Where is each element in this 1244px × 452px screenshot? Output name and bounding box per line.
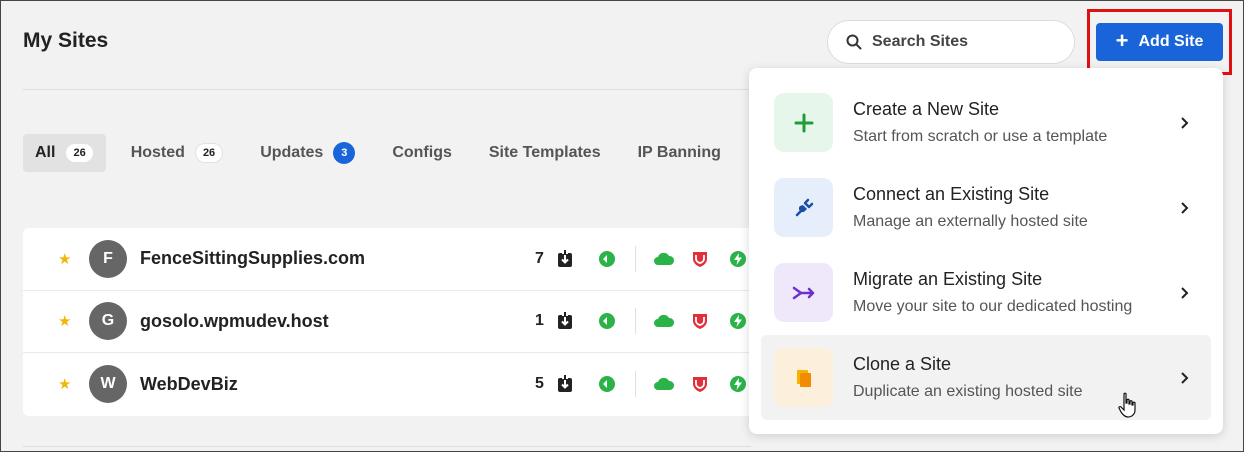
download-update-icon[interactable] (557, 312, 573, 330)
tab-count-badge: 3 (333, 142, 356, 164)
site-list: ★ F FenceSittingSupplies.com 7 ★ G gosol… (23, 228, 751, 416)
chevron-right-icon (1181, 371, 1189, 384)
tab-configs[interactable]: Configs (380, 134, 464, 172)
plus-icon: + (1115, 28, 1129, 53)
download-update-icon[interactable] (557, 249, 573, 268)
filter-tabs: All 26 Hosted 26 Updates 3 Configs Site … (23, 134, 746, 172)
update-count: 7 (535, 249, 544, 267)
search-box[interactable] (827, 20, 1075, 64)
chevron-right-icon (1181, 116, 1189, 129)
tab-label: Updates (260, 144, 324, 161)
avatar: F (89, 239, 127, 278)
tab-label: IP Banning (637, 144, 721, 161)
divider (635, 308, 636, 335)
menu-item-title: Connect an Existing Site (853, 184, 1050, 204)
menu-item-clone-site[interactable]: Clone a Site Duplicate an existing hoste… (761, 335, 1211, 420)
star-icon[interactable]: ★ (58, 312, 71, 330)
avatar: G (89, 302, 127, 341)
security-shield-icon[interactable] (598, 250, 616, 268)
menu-item-subtitle: Duplicate an existing hosted site (853, 383, 1083, 400)
update-count: 1 (535, 312, 544, 330)
security-shield-icon[interactable] (598, 375, 616, 393)
cloud-icon[interactable] (653, 250, 675, 268)
site-name[interactable]: FenceSittingSupplies.com (140, 248, 365, 269)
site-row[interactable]: ★ F FenceSittingSupplies.com 7 (23, 228, 751, 291)
tab-label: Configs (392, 144, 452, 161)
tab-count-badge: 26 (194, 143, 224, 163)
site-row[interactable]: ★ G gosolo.wpmudev.host 1 (23, 291, 751, 354)
performance-bolt-icon[interactable] (729, 375, 747, 393)
tab-label: Site Templates (488, 144, 601, 161)
clone-icon (774, 348, 833, 407)
tab-updates[interactable]: Updates 3 (248, 134, 367, 172)
add-site-dropdown-menu: Create a New Site Start from scratch or … (749, 68, 1223, 434)
menu-item-title: Clone a Site (853, 354, 952, 374)
divider (635, 245, 636, 272)
cloud-icon[interactable] (653, 375, 675, 393)
tab-all[interactable]: All 26 (23, 134, 106, 172)
tab-ip-banning[interactable]: IP Banning (626, 134, 733, 172)
site-name[interactable]: gosolo.wpmudev.host (140, 311, 329, 332)
add-site-label: Add Site (1138, 33, 1204, 50)
star-icon[interactable]: ★ (58, 375, 71, 393)
menu-item-create-new-site[interactable]: Create a New Site Start from scratch or … (761, 80, 1211, 165)
site-name[interactable]: WebDevBiz (140, 374, 238, 395)
tab-hosted[interactable]: Hosted 26 (119, 134, 235, 172)
defender-shield-icon[interactable] (691, 250, 709, 268)
cloud-icon[interactable] (653, 312, 675, 330)
menu-item-subtitle: Manage an externally hosted site (853, 213, 1088, 230)
menu-item-migrate-existing-site[interactable]: Migrate an Existing Site Move your site … (761, 250, 1211, 335)
search-icon (846, 34, 862, 50)
chevron-right-icon (1181, 286, 1189, 299)
performance-bolt-icon[interactable] (729, 250, 747, 268)
tab-label: All (35, 144, 56, 161)
divider (23, 89, 751, 90)
divider (635, 371, 636, 398)
menu-item-subtitle: Move your site to our dedicated hosting (853, 298, 1133, 315)
menu-item-title: Migrate an Existing Site (853, 269, 1043, 289)
security-shield-icon[interactable] (598, 312, 616, 330)
plus-icon (774, 93, 833, 152)
defender-shield-icon[interactable] (691, 375, 709, 393)
defender-shield-icon[interactable] (691, 312, 709, 330)
chevron-right-icon (1181, 201, 1189, 214)
site-row[interactable]: ★ W WebDevBiz 5 (23, 353, 751, 416)
menu-item-connect-existing-site[interactable]: Connect an Existing Site Manage an exter… (761, 165, 1211, 250)
star-icon[interactable]: ★ (58, 250, 71, 268)
tab-label: Hosted (130, 144, 185, 161)
download-update-icon[interactable] (557, 375, 573, 393)
migrate-icon (774, 263, 833, 322)
tab-site-templates[interactable]: Site Templates (477, 134, 613, 172)
page-title: My Sites (23, 29, 109, 52)
menu-item-title: Create a New Site (853, 99, 1000, 119)
add-site-button[interactable]: + Add Site (1096, 23, 1223, 61)
performance-bolt-icon[interactable] (729, 312, 747, 330)
menu-item-subtitle: Start from scratch or use a template (853, 128, 1108, 145)
update-count: 5 (535, 375, 544, 393)
avatar: W (89, 365, 127, 404)
hand-pointer-cursor-icon (1118, 392, 1136, 418)
divider (23, 446, 751, 447)
search-input[interactable] (872, 33, 1052, 51)
plug-icon (774, 178, 833, 237)
tab-count-badge: 26 (65, 143, 94, 163)
